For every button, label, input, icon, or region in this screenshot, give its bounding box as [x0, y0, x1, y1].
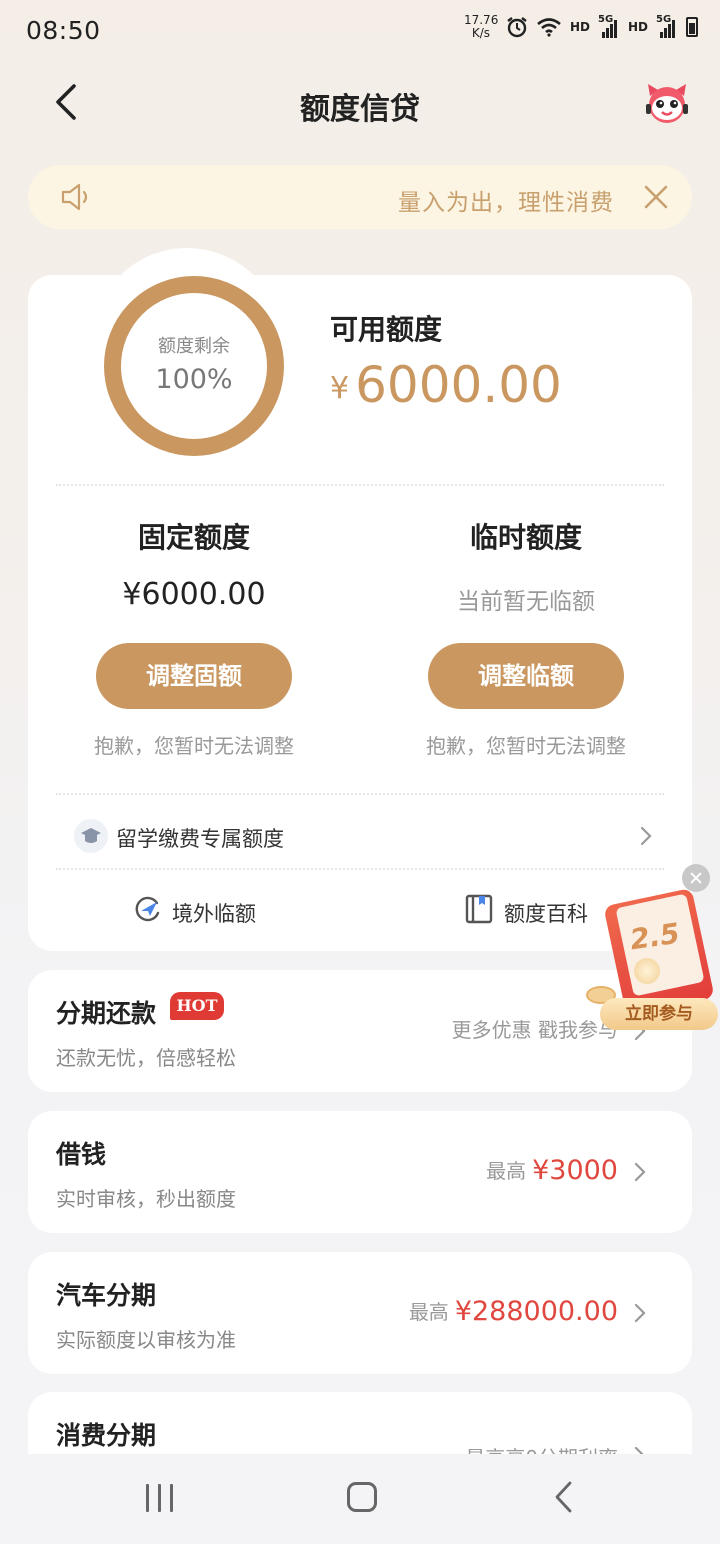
speaker-icon — [61, 183, 88, 211]
hot-badge: HOT — [170, 992, 224, 1020]
list-item-subtitle: 实时审核，秒出额度 — [56, 1187, 236, 1211]
divider — [56, 793, 664, 795]
home-icon[interactable] — [347, 1482, 377, 1512]
adjust-fixed-quota-button[interactable]: 调整固额 — [96, 643, 292, 709]
temp-quota-title: 临时额度 — [469, 521, 582, 554]
available-quota-amount: ¥6000.00 — [330, 356, 562, 414]
status-time: 08:50 — [26, 16, 101, 45]
available-amount-value: 6000.00 — [355, 356, 562, 414]
hd-indicator-2: HD — [627, 20, 648, 34]
hd-indicator-1: HD — [569, 20, 590, 34]
status-bar: 08:50 17.76 K/s HD 5G HD 5G — [0, 0, 720, 64]
study-abroad-quota-row[interactable]: 留学缴费专属额度 — [74, 818, 654, 856]
temp-quota-note: 抱歉，您暂时无法调整 — [426, 734, 626, 758]
fixed-quota-amount: ¥6000.00 — [122, 577, 266, 612]
list-item-right-text: 最高 ¥288000.00 — [409, 1296, 618, 1327]
list-item-title: 消费分期 — [56, 1421, 157, 1450]
list-item-title: 分期还款 — [56, 999, 157, 1028]
page-title: 额度信贷 — [300, 92, 420, 127]
max-amount: ¥3000 — [532, 1155, 618, 1186]
wifi-icon — [537, 18, 561, 37]
fixed-quota-title: 固定额度 — [137, 521, 250, 554]
coin-icon — [634, 958, 660, 984]
nav-bar: 额度信贷 — [0, 64, 720, 144]
book-icon — [465, 894, 493, 924]
list-item-right-text: 最高 ¥3000 — [486, 1155, 618, 1186]
signal-icon: 5G — [598, 14, 620, 38]
network-speed: 17.76 K/s — [464, 14, 498, 40]
chevron-right-icon — [634, 1162, 646, 1182]
max-amount: ¥288000.00 — [454, 1296, 618, 1327]
battery-icon — [686, 17, 698, 37]
recent-apps-icon[interactable] — [146, 1484, 176, 1512]
list-item-title: 借钱 — [56, 1140, 107, 1169]
promo-number: 2.5 — [627, 916, 682, 957]
overseas-temp-quota-label: 境外临额 — [172, 902, 256, 926]
ring-value: 100% — [155, 364, 233, 395]
list-item-borrow[interactable]: 借钱 实时审核，秒出额度 最高 ¥3000 — [28, 1111, 692, 1233]
floating-promo[interactable]: 2.5 立即参与 — [582, 862, 720, 1038]
list-item-car-installment[interactable]: 汽车分期 实际额度以审核为准 最高 ¥288000.00 — [28, 1252, 692, 1374]
mascot-icon[interactable] — [644, 80, 690, 126]
adjust-temp-quota-button[interactable]: 调整临额 — [428, 643, 624, 709]
graduation-cap-icon — [74, 819, 108, 853]
divider — [56, 868, 664, 870]
ring-label: 额度剩余 — [158, 336, 230, 357]
max-label: 最高 — [486, 1159, 527, 1183]
temp-quota-status: 当前暂无临额 — [457, 589, 595, 615]
signal-icon: 5G — [656, 14, 678, 38]
notice-text: 量入为出，理性消费 — [398, 190, 614, 216]
notice-banner: 量入为出，理性消费 — [28, 165, 692, 229]
max-label: 最高 — [408, 1300, 449, 1324]
chevron-right-icon — [634, 1303, 646, 1323]
list-item-title: 汽车分期 — [56, 1281, 157, 1310]
alarm-icon — [507, 17, 527, 38]
chevron-right-icon — [640, 826, 652, 846]
study-abroad-label: 留学缴费专属额度 — [116, 827, 284, 851]
close-icon[interactable] — [642, 183, 670, 211]
join-now-button[interactable]: 立即参与 — [600, 998, 718, 1030]
currency-symbol: ¥ — [330, 371, 350, 406]
available-quota-label: 可用额度 — [330, 313, 443, 346]
status-icons: 17.76 K/s HD 5G HD 5G — [464, 14, 698, 40]
list-item-subtitle: 还款无忧，倍感轻松 — [56, 1046, 236, 1070]
back-icon[interactable] — [552, 1480, 576, 1514]
system-nav-bar — [0, 1454, 720, 1544]
fixed-quota-note: 抱歉，您暂时无法调整 — [94, 734, 294, 758]
quota-wiki-label: 额度百科 — [504, 902, 588, 926]
plane-circle-icon — [135, 896, 160, 922]
network-speed-unit: K/s — [471, 26, 491, 40]
list-item-subtitle: 实际额度以审核为准 — [56, 1328, 236, 1352]
divider — [56, 484, 664, 486]
close-icon[interactable] — [682, 864, 710, 892]
